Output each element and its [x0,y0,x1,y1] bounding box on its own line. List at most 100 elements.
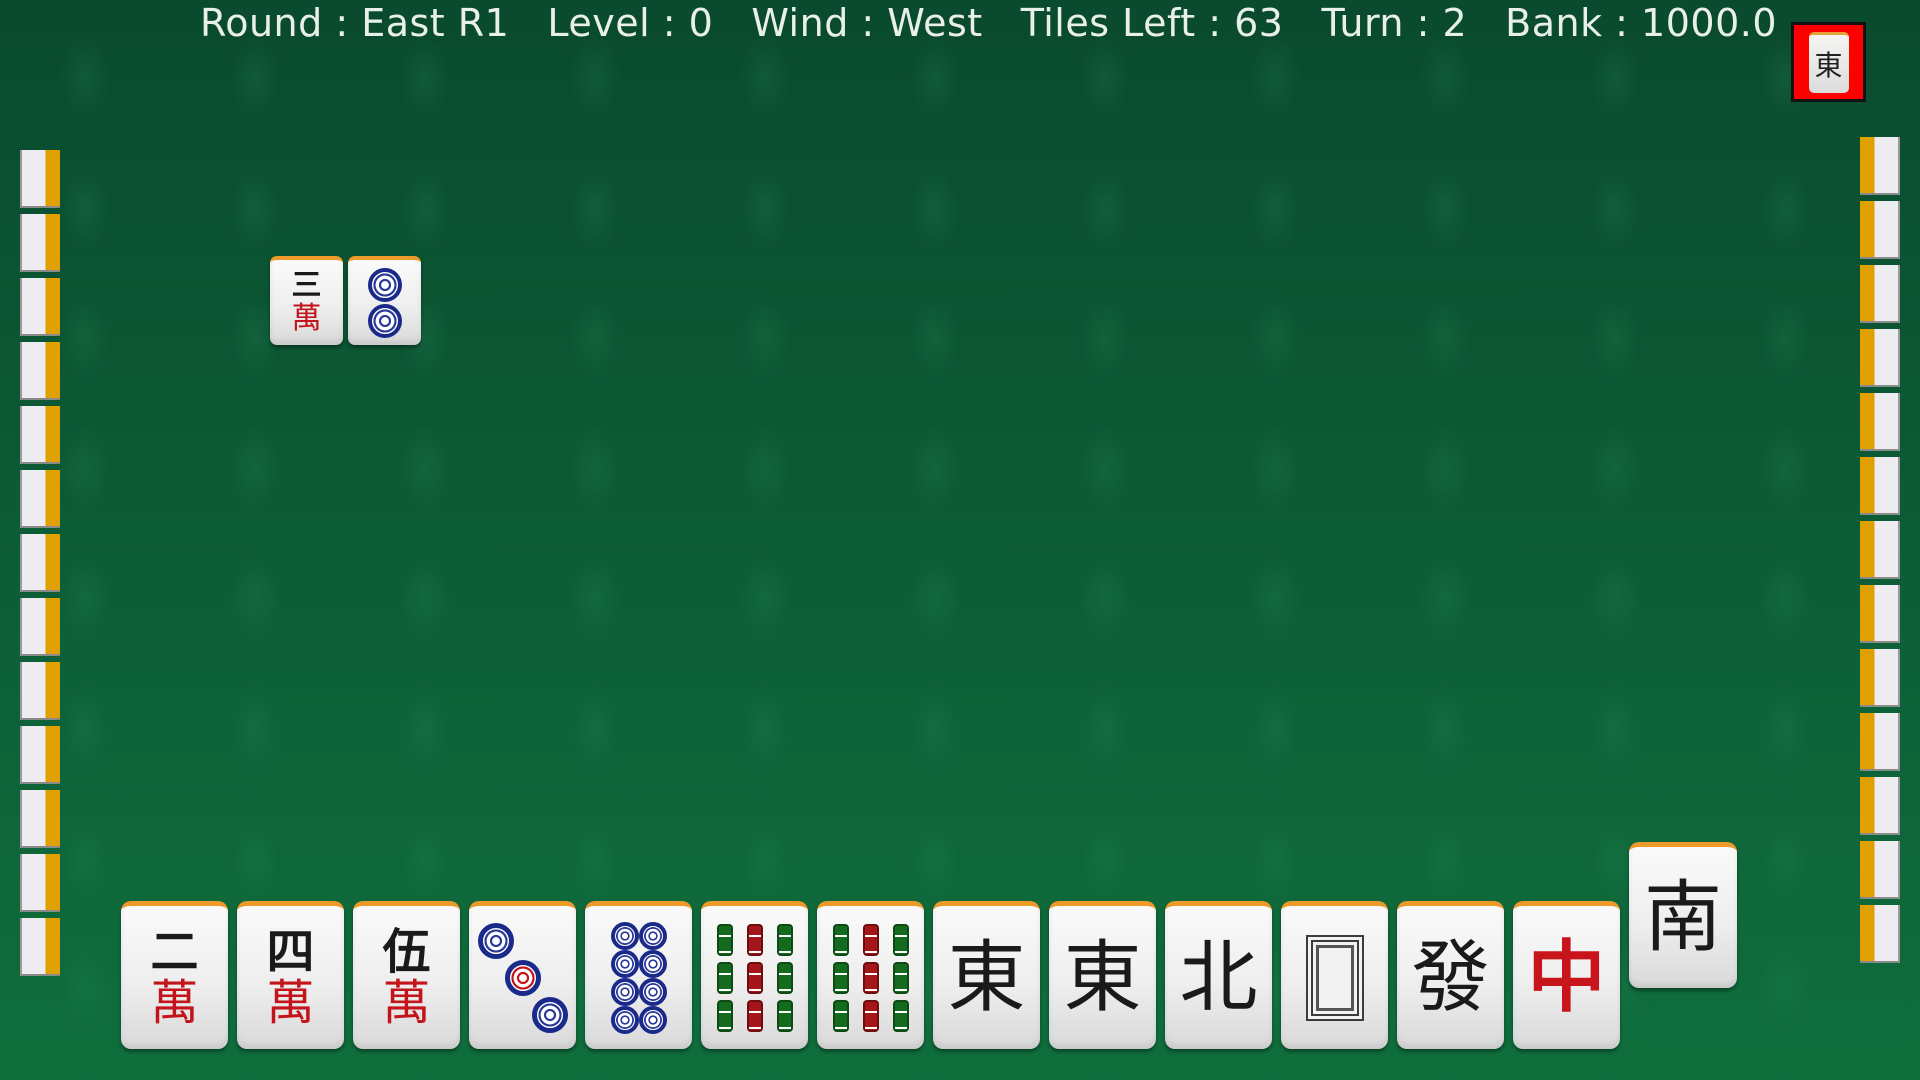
right-wall-tile [1860,521,1900,579]
left-wall-tile [20,598,60,656]
bamboo-stick [832,999,849,1032]
bamboo-stick [776,999,793,1032]
left-wall-tile [20,150,60,208]
right-wall-tile [1860,201,1900,259]
wind-label: Wind : West [751,1,983,45]
left-wall-tile [20,726,60,784]
rank-glyph: 四 [266,923,315,980]
hand-tile[interactable]: 二萬 [121,901,228,1049]
rank-glyph: 三 [291,267,322,303]
north-wind-icon: 北 [1179,932,1258,1023]
left-wall-tile [20,854,60,912]
left-wall-tile [20,214,60,272]
bamboo-stick [776,923,793,956]
hand-tile[interactable]: 四萬 [237,901,344,1049]
pin-dot [638,921,667,950]
hand-tile[interactable]: 中 [1513,901,1620,1049]
round-label: Round : East R1 [200,1,510,45]
bamboo-stick [832,923,849,956]
pin-dot [477,922,514,959]
drawn-tile[interactable]: 南 [1629,842,1737,988]
hand-tile[interactable] [469,901,576,1049]
left-wall-tile [20,278,60,336]
rank-glyph: 伍 [382,923,431,980]
bank-label: Bank : 1000.0 [1505,1,1778,45]
hand-tile[interactable] [1281,901,1388,1049]
white-dragon-icon [1305,934,1364,1021]
sou-9-icon [832,923,909,1032]
man-suit-glyph: 萬 [382,974,431,1031]
man-suit-glyph: 萬 [291,300,322,336]
south-wind-icon: 南 [1643,872,1722,963]
bamboo-stick [862,999,879,1032]
bamboo-stick [862,961,879,994]
bamboo-stick [776,961,793,994]
pin-dot [610,949,639,978]
left-wall-tile [20,342,60,400]
man-suit-glyph: 萬 [266,974,315,1031]
east-wind-icon: 東 [1063,932,1142,1023]
left-wall-tile [20,534,60,592]
pin-dot [531,996,568,1033]
bamboo-stick [716,961,733,994]
hand-tile[interactable]: 東 [1049,901,1156,1049]
left-wall-tile [20,790,60,848]
turn-label: Turn : 2 [1321,1,1468,45]
pin-3-icon [477,922,568,1033]
bamboo-stick [892,923,909,956]
tiles-left-label: Tiles Left : 63 [1020,1,1284,45]
pin-dot [638,1005,667,1034]
pin-dot [610,921,639,950]
sou-9-icon [716,923,793,1032]
east-wind-icon: 東 [1808,31,1849,93]
hand-tile[interactable] [585,901,692,1049]
right-wall-tile [1860,905,1900,963]
right-wall-tile [1860,329,1900,387]
bamboo-stick [746,961,763,994]
bamboo-stick [746,999,763,1032]
left-opponent-wall [20,150,60,982]
pin-dot [610,977,639,1006]
man-suit-glyph: 萬 [150,974,199,1031]
right-wall-tile [1860,649,1900,707]
pin-dot [367,303,402,338]
hand-tile[interactable]: 發 [1397,901,1504,1049]
red-dragon-icon: 中 [1527,931,1606,1023]
bamboo-stick [892,999,909,1032]
pin-2-icon [367,267,402,338]
rank-glyph: 二 [150,923,199,980]
bamboo-stick [862,923,879,956]
hand-tile[interactable]: 東 [933,901,1040,1049]
bamboo-stick [716,923,733,956]
east-wind-icon: 東 [947,932,1026,1023]
pin-dot [367,267,402,302]
left-wall-tile [20,470,60,528]
status-bar: Round : East R1 Level : 0 Wind : West Ti… [200,0,1777,48]
right-wall-tile [1860,457,1900,515]
bamboo-stick [832,961,849,994]
discard-tile [348,256,421,345]
right-wall-tile [1860,777,1900,835]
hand-tile[interactable] [817,901,924,1049]
green-dragon-icon: 發 [1411,932,1490,1023]
left-wall-tile [20,406,60,464]
right-wall-tile [1860,841,1900,899]
pin-8-icon [610,921,667,1034]
pin-dot [504,959,541,996]
level-label: Level : 0 [547,1,714,45]
left-wall-tile [20,662,60,720]
pin-dot [638,949,667,978]
round-wind-indicator[interactable]: 東 [1791,22,1866,102]
bamboo-stick [892,961,909,994]
hand-tile[interactable]: 北 [1165,901,1272,1049]
discard-tile: 三萬 [270,256,343,345]
hand-tile[interactable]: 伍萬 [353,901,460,1049]
pin-dot [610,1005,639,1034]
bamboo-stick [716,999,733,1032]
right-opponent-wall [1860,137,1900,969]
right-wall-tile [1860,713,1900,771]
pin-dot [638,977,667,1006]
right-wall-tile [1860,393,1900,451]
hand-tile[interactable] [701,901,808,1049]
left-wall-tile [20,918,60,976]
